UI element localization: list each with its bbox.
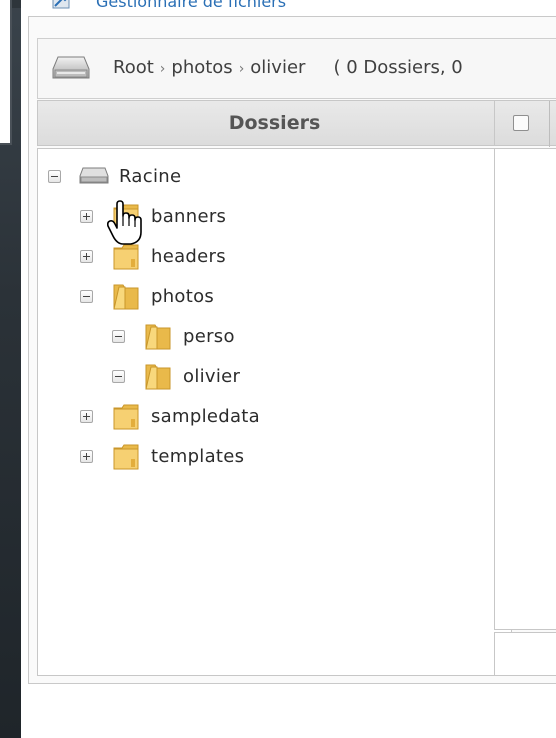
drive-icon [79, 167, 109, 184]
column-divider [549, 101, 550, 147]
files-header [494, 100, 556, 147]
tree-node-label: banners [151, 205, 227, 227]
file-manager-window: Gestionnaire de fichiers Root › photos › oli… [21, 0, 556, 738]
tree-node-templates[interactable]: templates [80, 441, 244, 471]
hand-cursor-icon [107, 200, 142, 245]
select-all-checkbox[interactable] [513, 115, 529, 131]
tree-node-label: sampledata [151, 405, 260, 427]
expand-toggle[interactable] [80, 249, 93, 263]
window-title: Gestionnaire de fichiers [96, 0, 287, 11]
tree-node-label: olivier [183, 365, 241, 387]
tree-node-label: perso [183, 325, 235, 347]
tree-node-perso[interactable]: perso [112, 321, 235, 351]
breadcrumb-photos[interactable]: photos [171, 57, 232, 78]
file-manager-icon [52, 0, 70, 9]
expand-toggle[interactable] [80, 449, 93, 463]
folders-header: Dossiers [37, 100, 512, 146]
folder-summary: ( 0 Dossiers, 0 [333, 57, 463, 78]
collapse-toggle[interactable] [112, 369, 125, 383]
breadcrumb-olivier[interactable]: olivier [250, 57, 305, 78]
tree-node-label: Racine [119, 165, 182, 187]
breadcrumb-separator: › [159, 61, 166, 77]
tree-node-label: photos [151, 285, 215, 307]
breadcrumb-root[interactable]: Root [113, 57, 154, 78]
title-bar: Gestionnaire de fichiers [21, 0, 556, 16]
folder-icon [113, 244, 139, 270]
tree-node-sampledata[interactable]: sampledata [80, 401, 260, 431]
file-list[interactable] [494, 148, 556, 630]
folder-open-icon [145, 324, 171, 350]
tree-node-banners[interactable]: banners [80, 201, 226, 231]
background-window [0, 0, 12, 145]
breadcrumb: Root › photos › olivier ( 0 Dossiers, 0 [113, 57, 463, 78]
tree-node-racine[interactable]: Racine [48, 161, 181, 191]
breadcrumb-separator: › [238, 61, 245, 77]
file-list-footer [494, 632, 556, 676]
tree-node-olivier[interactable]: olivier [112, 361, 240, 391]
collapse-toggle[interactable] [80, 289, 93, 303]
tree-node-label: templates [151, 445, 245, 467]
collapse-toggle[interactable] [112, 329, 125, 343]
tree-node-headers[interactable]: headers [80, 241, 226, 271]
path-bar: Root › photos › olivier ( 0 Dossiers, 0 [37, 38, 556, 99]
folder-open-icon [145, 364, 171, 390]
expand-toggle[interactable] [80, 209, 93, 223]
tree-node-label: headers [151, 245, 226, 267]
expand-toggle[interactable] [80, 409, 93, 423]
folder-open-icon [113, 284, 139, 310]
tree-node-photos[interactable]: photos [80, 281, 214, 311]
folder-icon [113, 444, 139, 470]
folder-icon [113, 404, 139, 430]
collapse-toggle[interactable] [48, 169, 61, 183]
drive-icon [52, 56, 90, 79]
